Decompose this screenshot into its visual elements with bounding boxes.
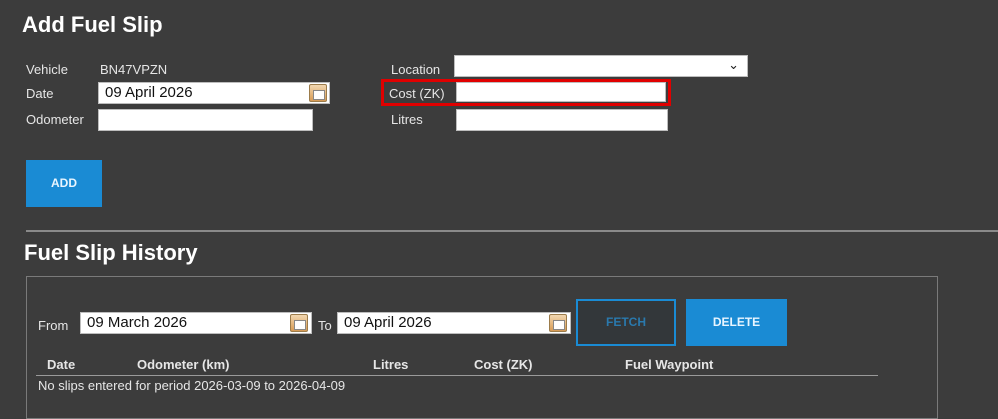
add-fuel-slip-title: Add Fuel Slip xyxy=(22,12,163,37)
add-button[interactable]: ADD xyxy=(26,160,102,207)
section-divider xyxy=(26,230,998,232)
table-header-divider xyxy=(36,375,878,376)
to-date-input[interactable]: 09 April 2026 xyxy=(337,312,571,334)
odometer-input[interactable] xyxy=(98,109,313,131)
from-label: From xyxy=(38,318,69,333)
litres-label: Litres xyxy=(391,112,423,127)
column-header-date: Date xyxy=(47,357,76,372)
location-label: Location xyxy=(391,62,441,77)
history-panel xyxy=(26,276,938,419)
date-input[interactable]: 09 April 2026 xyxy=(98,82,330,104)
cost-input[interactable] xyxy=(456,82,666,102)
column-header-litres: Litres xyxy=(373,357,409,372)
delete-button[interactable]: DELETE xyxy=(686,299,787,346)
to-calendar-icon[interactable] xyxy=(549,314,567,332)
to-label: To xyxy=(318,318,332,333)
chevron-down-icon: ⌄ xyxy=(728,57,739,72)
litres-input[interactable] xyxy=(456,109,668,131)
empty-table-message: No slips entered for period 2026-03-09 t… xyxy=(38,378,346,393)
column-header-fuel-waypoint: Fuel Waypoint xyxy=(625,357,714,372)
from-date-input[interactable]: 09 March 2026 xyxy=(80,312,312,334)
column-header-odometer: Odometer (km) xyxy=(137,357,230,372)
vehicle-label: Vehicle xyxy=(26,62,68,77)
fetch-button[interactable]: FETCH xyxy=(576,299,676,346)
cost-label: Cost (ZK) xyxy=(389,86,445,101)
location-select[interactable]: ⌄ xyxy=(454,55,748,77)
fuel-slip-history-title: Fuel Slip History xyxy=(24,240,198,265)
vehicle-value: BN47VPZN xyxy=(100,62,168,77)
date-calendar-icon[interactable] xyxy=(309,84,327,102)
odometer-label: Odometer xyxy=(26,112,84,127)
date-label: Date xyxy=(26,86,54,101)
from-calendar-icon[interactable] xyxy=(290,314,308,332)
column-header-cost: Cost (ZK) xyxy=(474,357,533,372)
